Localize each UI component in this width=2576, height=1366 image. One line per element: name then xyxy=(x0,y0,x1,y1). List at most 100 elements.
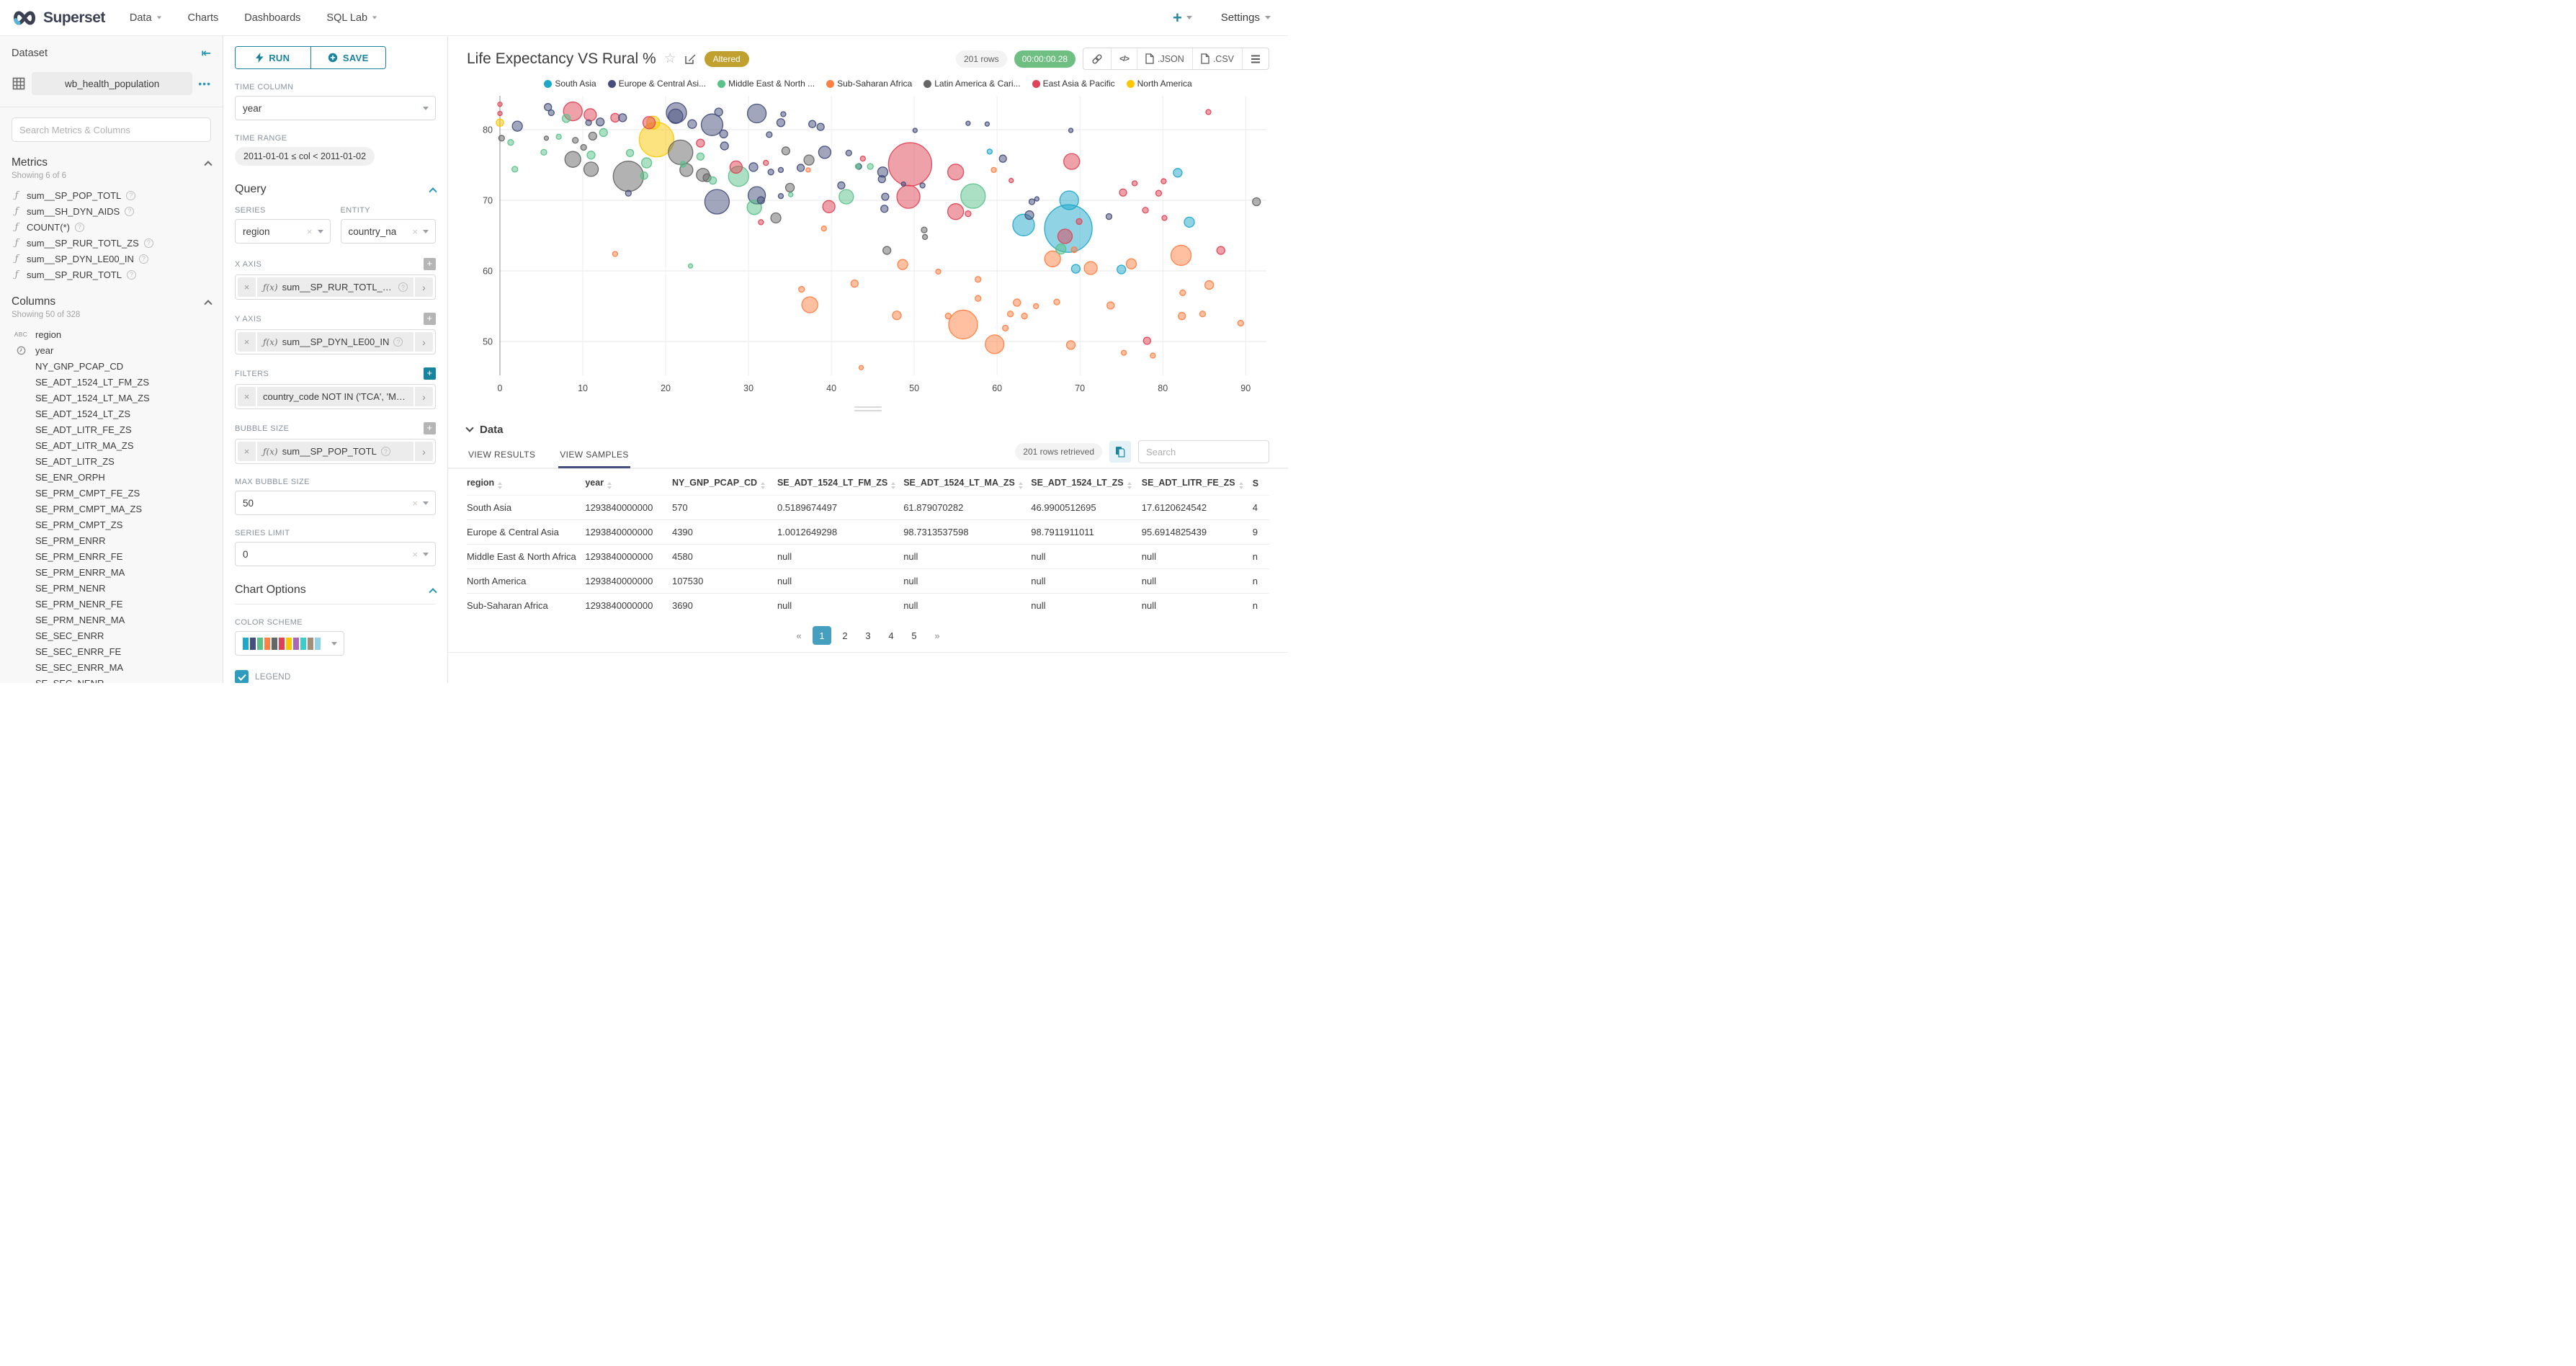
superset-logo[interactable]: Superset xyxy=(12,9,105,27)
series-limit-select[interactable]: 0 × xyxy=(235,542,436,566)
nav-item-dashboards[interactable]: Dashboards xyxy=(244,12,300,24)
bubble-east-asia-pacific[interactable] xyxy=(1057,229,1072,244)
bubble-europe-central-asi-[interactable] xyxy=(768,169,774,175)
bubble-europe-central-asi-[interactable] xyxy=(1069,128,1073,133)
metric-item[interactable]: ƒsum__SP_POP_TOTL? xyxy=(12,187,211,203)
bubble-sub-saharan-africa[interactable] xyxy=(1054,299,1060,305)
time-range-value[interactable]: 2011-01-01 ≤ col < 2011-01-02 xyxy=(235,147,375,166)
bubble-europe-central-asi-[interactable] xyxy=(1034,197,1039,201)
bubble-sub-saharan-africa[interactable] xyxy=(1034,303,1039,308)
bubble-east-asia-pacific[interactable] xyxy=(1217,246,1225,254)
legend-item[interactable]: South Asia xyxy=(544,79,596,89)
bubble-latin-america-cari-[interactable] xyxy=(613,161,643,192)
bubble-europe-central-asi-[interactable] xyxy=(999,155,1006,162)
bubble-europe-central-asi-[interactable] xyxy=(619,114,627,122)
bubble-sub-saharan-africa[interactable] xyxy=(1071,247,1077,253)
legend-item[interactable]: East Asia & Pacific xyxy=(1032,79,1115,89)
column-header-se_adt_1524_lt_ma_zs[interactable]: SE_ADT_1524_LT_MA_ZS xyxy=(903,470,1031,496)
bubble-europe-central-asi-[interactable] xyxy=(878,176,885,183)
column-item[interactable]: SE_PRM_CMPT_MA_ZS xyxy=(12,501,211,517)
legend-item[interactable]: Sub-Saharan Africa xyxy=(826,79,912,89)
bubble-middle-east-north-[interactable] xyxy=(508,140,514,146)
bubble-sub-saharan-africa[interactable] xyxy=(975,277,981,282)
bubble-east-asia-pacific[interactable] xyxy=(611,113,620,122)
column-header-region[interactable]: region xyxy=(467,470,585,496)
bubble-sub-saharan-africa[interactable] xyxy=(893,311,901,320)
bubble-sub-saharan-africa[interactable] xyxy=(949,310,978,339)
bubble-europe-central-asi-[interactable] xyxy=(1025,211,1034,220)
add-x-axis-button[interactable]: + xyxy=(424,258,436,270)
bubble-latin-america-cari-[interactable] xyxy=(544,136,548,140)
bubble-middle-east-north-[interactable] xyxy=(627,149,634,156)
sort-icon[interactable] xyxy=(761,482,765,489)
bubble-europe-central-asi-[interactable] xyxy=(586,120,591,125)
bubble-europe-central-asi-[interactable] xyxy=(625,190,631,196)
bubble-sub-saharan-africa[interactable] xyxy=(898,259,908,269)
sort-icon[interactable] xyxy=(1127,482,1132,489)
share-link-button[interactable] xyxy=(1083,48,1111,69)
bubble-europe-central-asi-[interactable] xyxy=(797,164,805,171)
column-item[interactable]: SE_SEC_NENR xyxy=(12,675,211,683)
bubble-east-asia-pacific[interactable] xyxy=(1064,153,1080,169)
tab-view-results[interactable]: VIEW RESULTS xyxy=(467,441,537,467)
bubble-sub-saharan-africa[interactable] xyxy=(1180,290,1186,295)
metric-item[interactable]: ƒsum__SP_RUR_TOTL_ZS? xyxy=(12,235,211,251)
legend-item[interactable]: Latin America & Cari... xyxy=(923,79,1020,89)
embed-code-button[interactable]: </> xyxy=(1111,48,1137,69)
bubble-europe-central-asi-[interactable] xyxy=(705,189,729,214)
bubble-east-asia-pacific[interactable] xyxy=(1155,190,1161,196)
bubble-east-asia-pacific[interactable] xyxy=(1119,189,1127,196)
max-bubble-size-select[interactable]: 50 × xyxy=(235,491,436,515)
bubble-europe-central-asi-[interactable] xyxy=(809,120,816,128)
legend-checkbox[interactable] xyxy=(235,670,249,683)
clear-icon[interactable]: × xyxy=(412,226,418,237)
new-item-button[interactable]: + xyxy=(1173,9,1192,27)
metric-item[interactable]: ƒCOUNT(*)? xyxy=(12,219,211,235)
search-metrics-columns-input[interactable] xyxy=(12,117,211,142)
bubble-east-asia-pacific[interactable] xyxy=(764,161,769,166)
column-item[interactable]: SE_PRM_ENRR xyxy=(12,532,211,548)
bubble-sub-saharan-africa[interactable] xyxy=(1150,353,1155,358)
column-header-se_adt_1524_lt_zs[interactable]: SE_ADT_1524_LT_ZS xyxy=(1031,470,1141,496)
bubble-europe-central-asi-[interactable] xyxy=(668,109,683,123)
sort-icon[interactable] xyxy=(498,482,502,489)
column-header-year[interactable]: year xyxy=(585,470,672,496)
bubble-sub-saharan-africa[interactable] xyxy=(1179,313,1186,320)
bubble-europe-central-asi-[interactable] xyxy=(715,108,723,116)
bubble-south-asia[interactable] xyxy=(1071,264,1080,273)
expand-icon[interactable]: › xyxy=(413,442,433,461)
bubble-middle-east-north-[interactable] xyxy=(1056,244,1066,254)
bubble-sub-saharan-africa[interactable] xyxy=(1122,350,1127,355)
bubble-europe-central-asi-[interactable] xyxy=(818,146,831,159)
column-item[interactable]: SE_SEC_ENRR_MA xyxy=(12,659,211,675)
bubble-sub-saharan-africa[interactable] xyxy=(806,168,810,172)
bubble-east-asia-pacific[interactable] xyxy=(1132,181,1137,186)
add-y-axis-button[interactable]: + xyxy=(424,313,436,325)
bubble-south-asia[interactable] xyxy=(1060,191,1078,210)
bubble-sub-saharan-africa[interactable] xyxy=(1107,302,1114,309)
bubble-latin-america-cari-[interactable] xyxy=(498,135,504,141)
filter-value[interactable]: country_code NOT IN ('TCA', 'MNP', ... xyxy=(257,387,413,406)
run-button[interactable]: RUN xyxy=(236,47,310,68)
bubble-europe-central-asi-[interactable] xyxy=(720,130,728,138)
bubble-latin-america-cari-[interactable] xyxy=(589,132,596,140)
column-item[interactable]: SE_ADT_LITR_MA_ZS xyxy=(12,437,211,453)
bubble-sub-saharan-africa[interactable] xyxy=(851,280,858,287)
bubble-sub-saharan-africa[interactable] xyxy=(1021,313,1027,319)
nav-item-sql-lab[interactable]: SQL Lab xyxy=(326,12,377,24)
bubble-middle-east-north-[interactable] xyxy=(839,189,854,204)
bubble-europe-central-asi-[interactable] xyxy=(778,167,783,172)
column-item[interactable]: SE_ADT_1524_LT_FM_ZS xyxy=(12,374,211,390)
bubble-middle-east-north-[interactable] xyxy=(556,134,561,139)
bubble-chart[interactable]: 506070800102030405060708090 xyxy=(448,90,1288,402)
bubble-south-asia[interactable] xyxy=(1173,169,1182,177)
bubble-europe-central-asi-[interactable] xyxy=(548,110,554,116)
remove-icon[interactable]: × xyxy=(238,387,257,406)
bubble-south-asia[interactable] xyxy=(1184,217,1194,227)
bubble-europe-central-asi-[interactable] xyxy=(901,182,905,186)
bubble-east-asia-pacific[interactable] xyxy=(643,117,656,129)
bubble-east-asia-pacific[interactable] xyxy=(948,164,964,180)
bubble-middle-east-north-[interactable] xyxy=(563,115,571,122)
column-item[interactable]: SE_SEC_ENRR xyxy=(12,628,211,643)
bubble-latin-america-cari-[interactable] xyxy=(668,140,693,164)
